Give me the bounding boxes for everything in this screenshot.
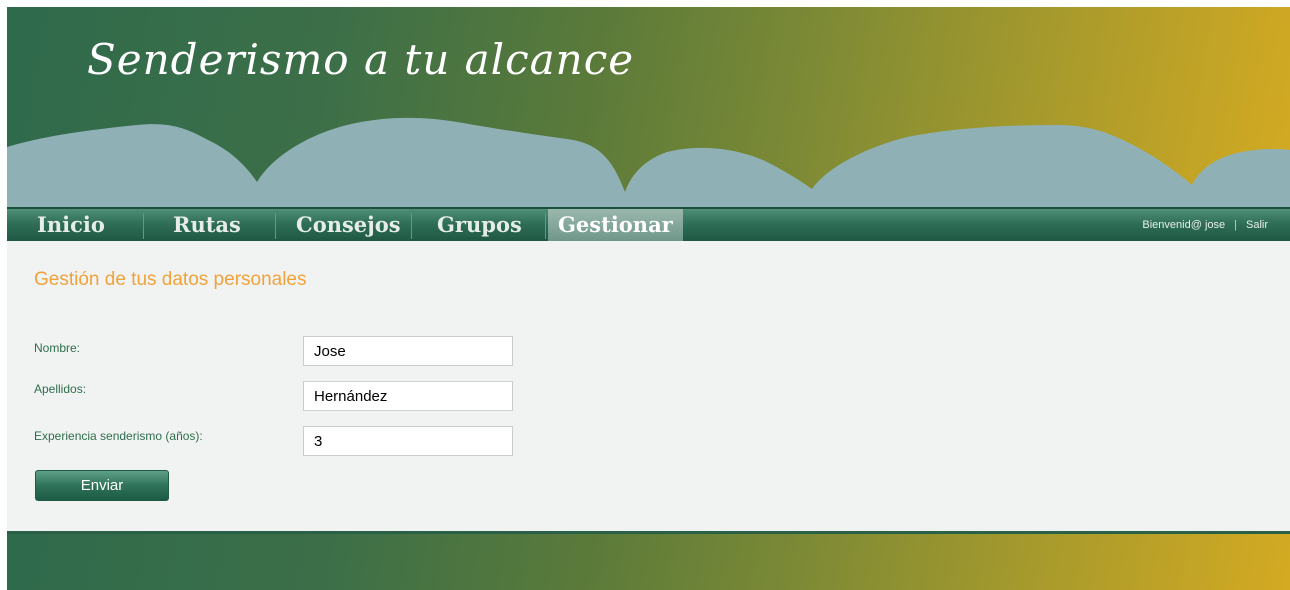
apellidos-label: Apellidos: bbox=[34, 382, 87, 396]
nombre-label: Nombre: bbox=[34, 341, 81, 355]
nav-divider bbox=[275, 213, 276, 239]
main-content: Gestión de tus datos personales Nombre: … bbox=[7, 241, 1290, 531]
nav-item-gestionar[interactable]: Gestionar bbox=[548, 209, 683, 241]
nav-divider bbox=[545, 213, 546, 239]
nav-divider bbox=[143, 213, 144, 239]
footer-bar bbox=[7, 531, 1290, 590]
nombre-input[interactable] bbox=[303, 336, 513, 366]
header-banner: Senderismo a tu alcance bbox=[7, 7, 1290, 209]
nav-item-grupos[interactable]: Grupos bbox=[437, 209, 522, 241]
logout-link[interactable]: Salir bbox=[1246, 219, 1268, 231]
user-separator: | bbox=[1234, 219, 1237, 231]
main-navigation: Inicio Rutas Consejos Grupos Gestionar B… bbox=[7, 207, 1290, 241]
site-title: Senderismo a tu alcance bbox=[87, 35, 635, 84]
nav-item-consejos[interactable]: Consejos bbox=[296, 209, 401, 241]
apellidos-input[interactable] bbox=[303, 381, 513, 411]
page: Senderismo a tu alcance Inicio Rutas Con… bbox=[7, 7, 1290, 590]
nav-item-inicio[interactable]: Inicio bbox=[37, 209, 105, 241]
nav-divider bbox=[411, 213, 412, 239]
experiencia-input[interactable] bbox=[303, 426, 513, 456]
submit-button[interactable]: Enviar bbox=[35, 470, 169, 501]
user-area: Bienvenid@ jose | Salir bbox=[1142, 209, 1268, 241]
welcome-text: Bienvenid@ jose bbox=[1142, 219, 1226, 231]
nav-item-rutas[interactable]: Rutas bbox=[173, 209, 241, 241]
page-title: Gestión de tus datos personales bbox=[34, 269, 307, 290]
experiencia-label: Experiencia senderismo (años): bbox=[34, 429, 203, 443]
